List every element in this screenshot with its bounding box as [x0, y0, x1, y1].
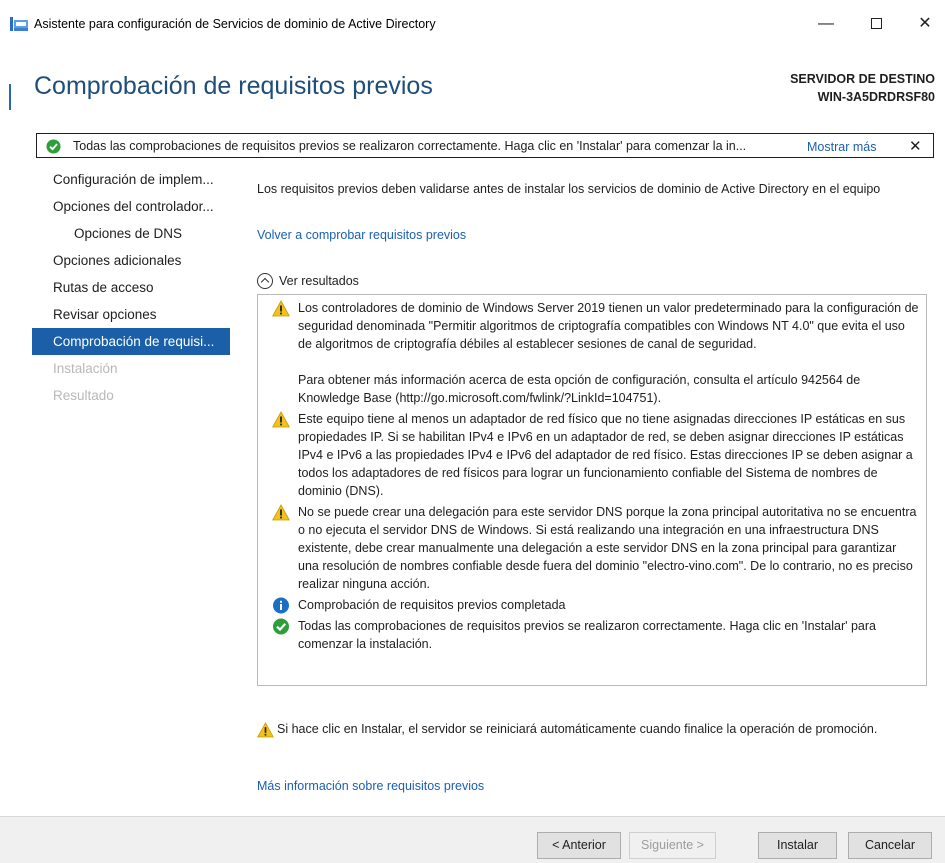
- nav-item-dns-options[interactable]: Opciones de DNS: [36, 220, 230, 247]
- check-circle-icon: [46, 139, 61, 154]
- nav-item-review-options[interactable]: Revisar opciones: [36, 301, 230, 328]
- result-item: No se puede crear una delegación para es…: [264, 503, 920, 593]
- cancel-button[interactable]: Cancelar: [848, 832, 932, 859]
- show-more-link[interactable]: Mostrar más: [807, 140, 876, 154]
- warning-icon: [272, 300, 290, 317]
- result-item: Este equipo tiene al menos un adaptador …: [264, 410, 920, 500]
- wizard-steps-nav: Configuración de implem... Opciones del …: [32, 166, 230, 409]
- intro-text: Los requisitos previos deben validarse a…: [257, 182, 881, 196]
- nav-item-result: Resultado: [53, 388, 114, 403]
- info-icon: [273, 597, 289, 614]
- notice-text: Todas las comprobaciones de requisitos p…: [73, 139, 747, 153]
- left-accent-bar: [9, 84, 11, 110]
- result-text: Todas las comprobaciones de requisitos p…: [298, 619, 876, 651]
- check-circle-icon: [273, 618, 289, 635]
- title-bar: Asistente para configuración de Servicio…: [0, 0, 945, 48]
- restart-warning: Si hace clic en Instalar, el servidor se…: [257, 720, 897, 738]
- result-text: Para obtener más información acerca de e…: [298, 373, 861, 405]
- window-title: Asistente para configuración de Servicio…: [34, 17, 436, 31]
- close-button[interactable]: ✕: [905, 8, 945, 40]
- recheck-prerequisites-link[interactable]: Volver a comprobar requisitos previos: [257, 228, 466, 242]
- result-text: Este equipo tiene al menos un adaptador …: [298, 412, 913, 498]
- result-item: Los controladores de dominio de Windows …: [264, 299, 920, 407]
- target-server: SERVIDOR DE DESTINO WIN-3A5DRDRSF80: [790, 70, 935, 106]
- nav-item-installation: Instalación: [53, 361, 118, 376]
- notice-bar: Todas las comprobaciones de requisitos p…: [36, 133, 934, 158]
- nav-item-deployment-config[interactable]: Configuración de implem...: [36, 166, 230, 193]
- result-item: Todas las comprobaciones de requisitos p…: [264, 617, 920, 653]
- result-text: Comprobación de requisitos previos compl…: [298, 598, 566, 612]
- result-text: No se puede crear una delegación para es…: [298, 505, 917, 591]
- previous-button[interactable]: < Anterior: [537, 832, 621, 859]
- view-results-label: Ver resultados: [279, 274, 359, 288]
- notice-close-button[interactable]: ✕: [909, 137, 922, 155]
- target-server-label: SERVIDOR DE DESTINO: [790, 72, 935, 86]
- warning-icon: [257, 722, 274, 738]
- nav-item-additional-options[interactable]: Opciones adicionales: [36, 247, 230, 274]
- collapse-icon: [257, 273, 273, 289]
- nav-item-dc-options[interactable]: Opciones del controlador...: [36, 193, 230, 220]
- nav-item-prerequisites-check[interactable]: Comprobación de requisi...: [32, 328, 230, 355]
- next-button[interactable]: Siguiente >: [629, 832, 716, 859]
- target-server-name: WIN-3A5DRDRSF80: [817, 90, 935, 104]
- result-text: Los controladores de dominio de Windows …: [298, 301, 919, 351]
- result-item: Comprobación de requisitos previos compl…: [264, 596, 920, 614]
- server-roles-icon: [10, 17, 28, 31]
- results-panel: Los controladores de dominio de Windows …: [257, 294, 927, 686]
- view-results-toggle[interactable]: Ver resultados: [257, 273, 359, 289]
- warning-icon: [272, 411, 290, 428]
- maximize-button[interactable]: [856, 8, 896, 40]
- page-title: Comprobación de requisitos previos: [34, 72, 433, 100]
- warning-icon: [272, 504, 290, 521]
- restart-warning-text: Si hace clic en Instalar, el servidor se…: [277, 722, 878, 736]
- install-button[interactable]: Instalar: [758, 832, 837, 859]
- button-bar: < Anterior Siguiente > Instalar Cancelar: [0, 816, 945, 863]
- minimize-button[interactable]: —: [806, 8, 846, 40]
- nav-item-paths[interactable]: Rutas de acceso: [36, 274, 230, 301]
- more-info-link[interactable]: Más información sobre requisitos previos: [257, 779, 484, 793]
- maximize-icon: [870, 18, 882, 30]
